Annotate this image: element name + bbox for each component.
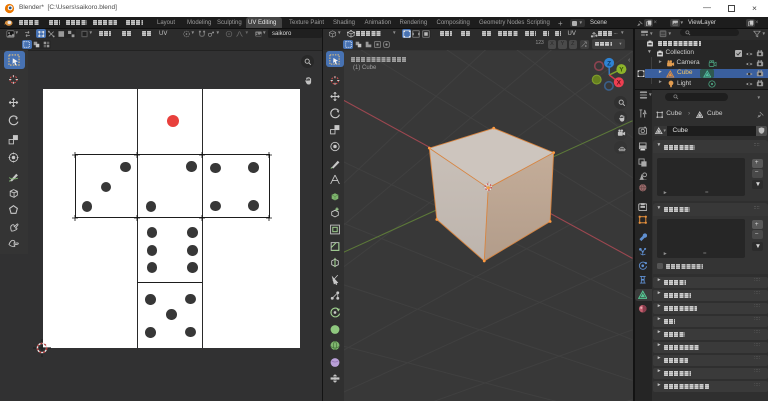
svg-text:Y: Y	[619, 67, 624, 74]
svg-text:X: X	[617, 80, 622, 87]
svg-text:Z: Z	[607, 60, 611, 67]
